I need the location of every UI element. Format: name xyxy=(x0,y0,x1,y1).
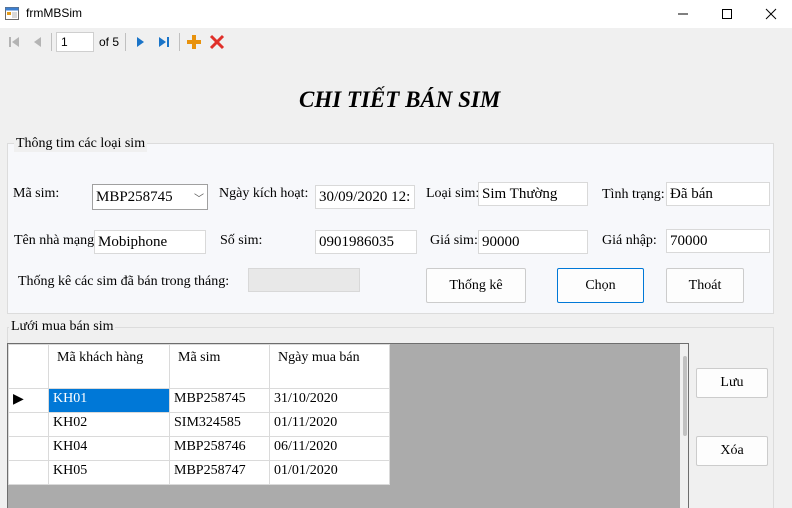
move-first-icon xyxy=(9,37,19,47)
delete-icon xyxy=(209,34,225,50)
table-row[interactable]: KH05 MBP258747 01/01/2020 xyxy=(8,460,390,485)
ma-sim-combobox[interactable]: MBP258745 ﹀ xyxy=(92,184,208,210)
column-header-ma-khach-hang[interactable]: Mã khách hàng xyxy=(48,344,170,389)
sales-grid-group-title: Lưới mua bán sim xyxy=(9,319,116,335)
move-next-button[interactable] xyxy=(130,32,150,52)
ngay-kich-hoat-label: Ngày kích hoạt: xyxy=(219,186,309,201)
luu-button[interactable]: Lưu xyxy=(696,368,768,398)
so-sim-label: Số sim: xyxy=(220,233,263,248)
add-new-icon xyxy=(187,35,201,49)
table-row[interactable]: KH04 MBP258746 06/11/2020 xyxy=(8,436,390,461)
row-header[interactable] xyxy=(8,460,49,485)
page-title: CHI TIẾT BÁN SIM xyxy=(299,87,501,112)
sim-info-group-title: Thông tim các loại sim xyxy=(14,136,148,152)
maximize-button[interactable] xyxy=(704,0,750,28)
close-icon xyxy=(765,8,777,20)
chevron-down-icon: ﹀ xyxy=(194,194,204,205)
so-sim-field[interactable]: 0901986035 xyxy=(315,230,417,254)
table-cell[interactable]: KH05 xyxy=(48,460,170,485)
loai-sim-label: Loại sim: xyxy=(426,186,480,201)
table-cell[interactable]: 06/11/2020 xyxy=(269,436,390,461)
gia-nhap-field[interactable]: 70000 xyxy=(666,229,770,253)
minimize-button[interactable] xyxy=(660,0,706,28)
table-cell[interactable]: KH04 xyxy=(48,436,170,461)
gia-nhap-label: Giá nhập: xyxy=(602,233,657,248)
sales-data-grid[interactable]: Mã khách hàng Mã sim Ngày mua bán ▶ KH01… xyxy=(7,343,689,508)
vertical-scrollbar[interactable] xyxy=(680,344,688,508)
sales-table: Mã khách hàng Mã sim Ngày mua bán ▶ KH01… xyxy=(8,344,390,485)
toolbar-separator xyxy=(51,33,52,51)
window-title: frmMBSim xyxy=(26,6,82,20)
move-last-icon xyxy=(159,37,169,47)
column-header-ma-sim[interactable]: Mã sim xyxy=(169,344,270,389)
table-cell[interactable]: SIM324585 xyxy=(169,412,270,437)
move-previous-icon xyxy=(34,37,41,47)
table-cell[interactable]: KH01 xyxy=(48,388,170,413)
table-cell[interactable]: KH02 xyxy=(48,412,170,437)
delete-button[interactable] xyxy=(207,32,227,52)
chon-button[interactable]: Chọn xyxy=(557,268,644,303)
binding-navigator: 1 of 5 xyxy=(0,28,792,56)
table-cell[interactable]: MBP258746 xyxy=(169,436,270,461)
current-row-marker[interactable]: ▶ xyxy=(8,388,49,413)
title-bar: frmMBSim xyxy=(0,0,792,28)
gia-sim-label: Giá sim: xyxy=(430,233,478,248)
minimize-icon xyxy=(678,13,688,15)
ngay-kich-hoat-field[interactable]: 30/09/2020 12: xyxy=(315,185,415,209)
ma-sim-label: Mã sim: xyxy=(13,186,60,201)
row-header-corner xyxy=(8,344,49,389)
column-header-ngay-mua-ban[interactable]: Ngày mua bán xyxy=(269,344,390,389)
scrollbar-thumb[interactable] xyxy=(683,356,687,436)
table-row[interactable]: KH02 SIM324585 01/11/2020 xyxy=(8,412,390,437)
row-header[interactable] xyxy=(8,412,49,437)
position-input[interactable]: 1 xyxy=(56,32,94,52)
table-cell[interactable]: MBP258747 xyxy=(169,460,270,485)
thong-ke-result-field xyxy=(248,268,360,292)
table-row[interactable]: ▶ KH01 MBP258745 31/10/2020 xyxy=(8,388,390,413)
move-first-button[interactable] xyxy=(4,32,24,52)
table-header-row: Mã khách hàng Mã sim Ngày mua bán xyxy=(8,344,390,389)
thong-ke-button[interactable]: Thống kê xyxy=(426,268,526,303)
loai-sim-field[interactable]: Sim Thường xyxy=(478,182,588,206)
row-header[interactable] xyxy=(8,436,49,461)
table-cell[interactable]: MBP258745 xyxy=(169,388,270,413)
close-button[interactable] xyxy=(748,0,792,28)
toolbar-separator xyxy=(125,33,126,51)
count-label: of 5 xyxy=(99,35,120,49)
move-next-icon xyxy=(137,37,144,47)
maximize-icon xyxy=(722,9,732,19)
ma-sim-value: MBP258745 xyxy=(96,189,173,205)
move-previous-button[interactable] xyxy=(28,32,48,52)
move-last-button[interactable] xyxy=(154,32,174,52)
thoat-button[interactable]: Thoát xyxy=(666,268,744,303)
tinh-trang-label: Tình trạng: xyxy=(602,187,665,202)
nha-mang-label: Tên nhà mạng xyxy=(14,233,95,248)
tinh-trang-field[interactable]: Đã bán xyxy=(666,182,770,206)
table-cell[interactable]: 01/01/2020 xyxy=(269,460,390,485)
app-icon xyxy=(5,7,19,20)
nha-mang-field[interactable]: Mobiphone xyxy=(94,230,206,254)
xoa-button[interactable]: Xóa xyxy=(696,436,768,466)
toolbar-separator xyxy=(179,33,180,51)
table-cell[interactable]: 01/11/2020 xyxy=(269,412,390,437)
gia-sim-field[interactable]: 90000 xyxy=(478,230,588,254)
table-cell[interactable]: 31/10/2020 xyxy=(269,388,390,413)
add-new-button[interactable] xyxy=(184,32,204,52)
thong-ke-label: Thống kê các sim đã bán trong tháng: xyxy=(18,274,230,289)
